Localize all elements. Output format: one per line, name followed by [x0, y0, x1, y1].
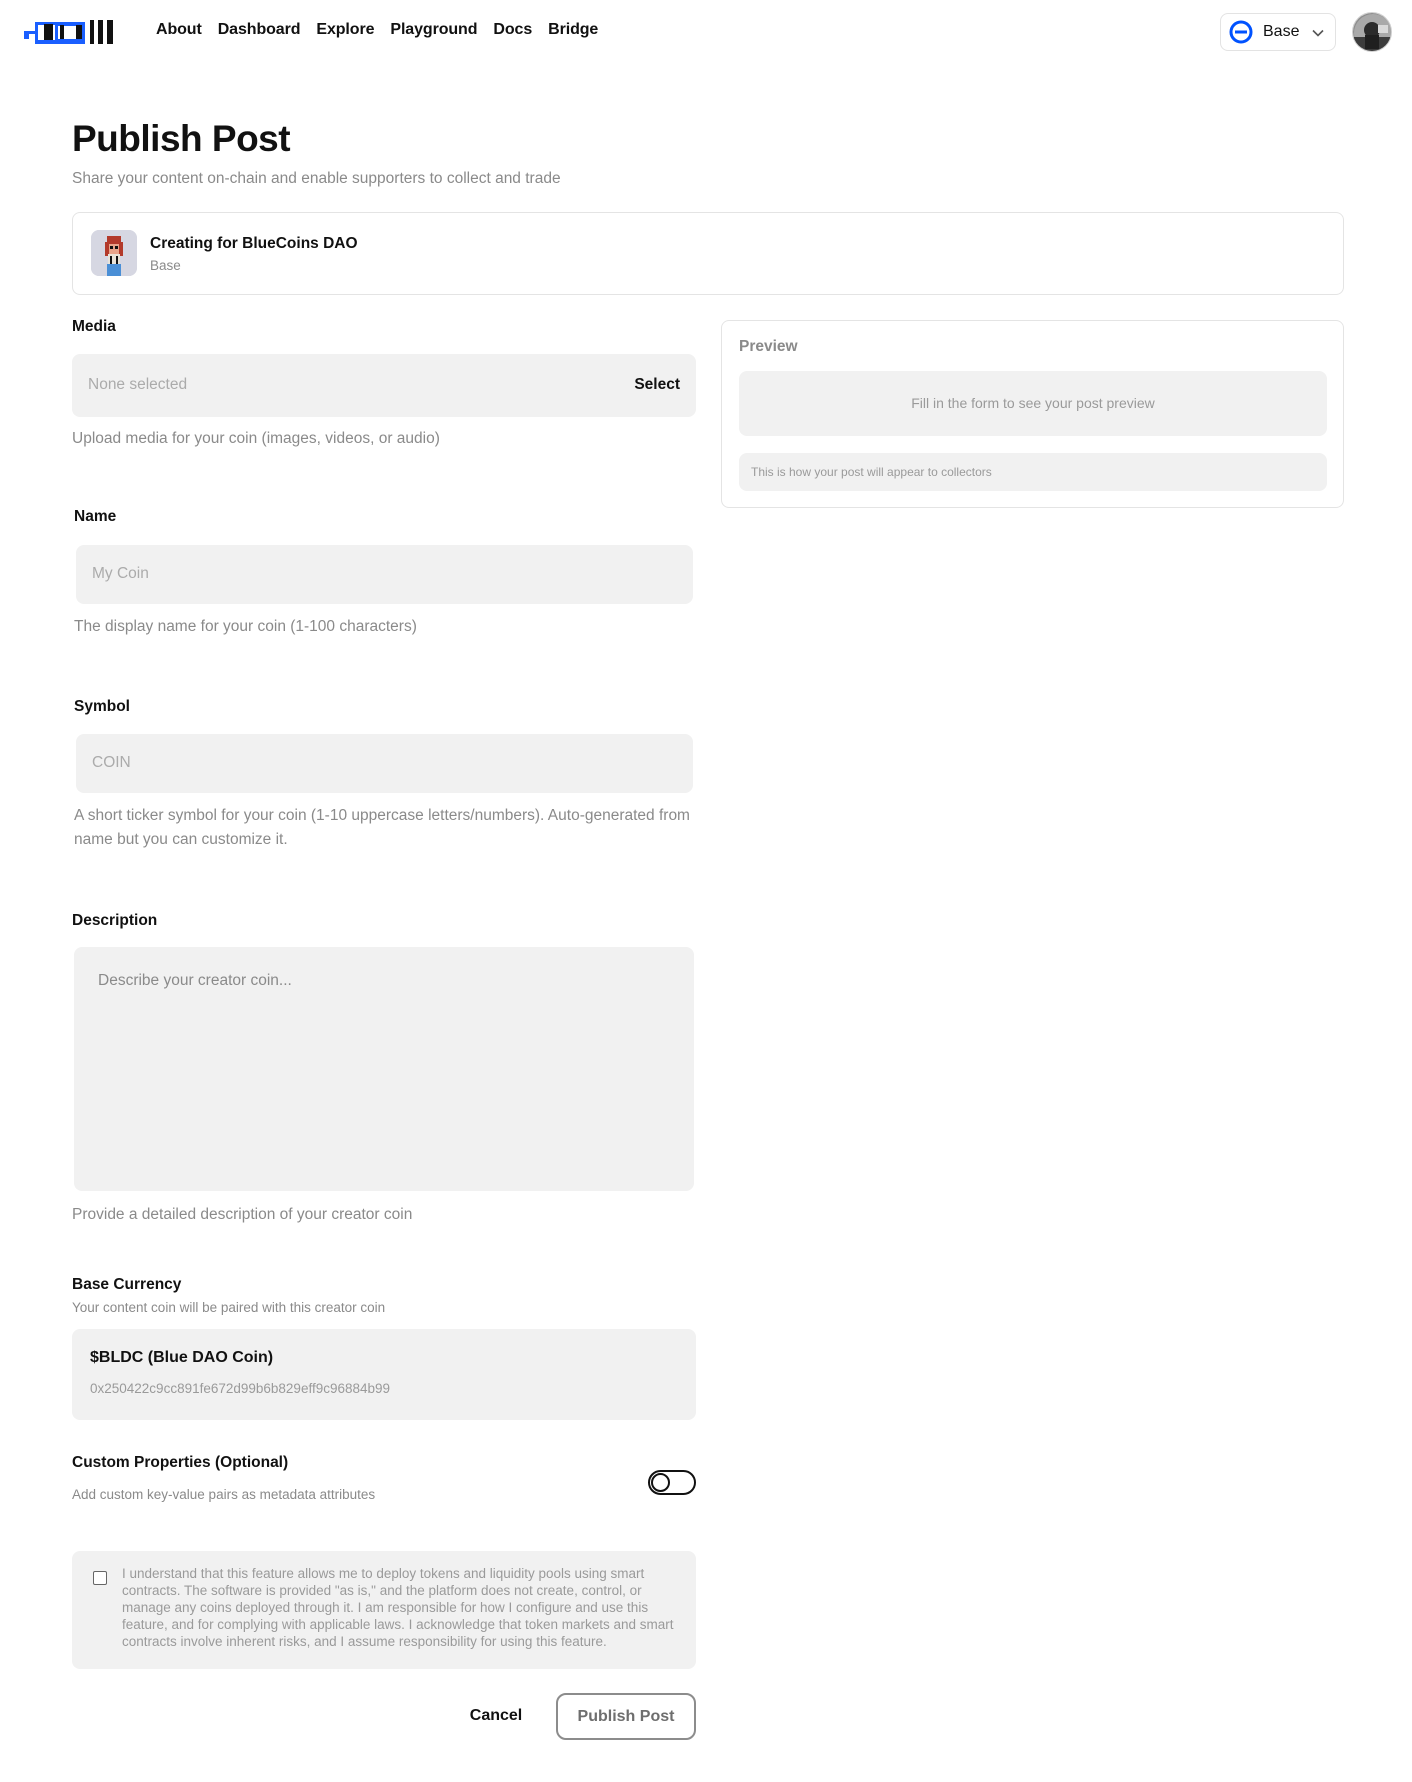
page-title: Publish Post — [72, 118, 291, 159]
user-avatar[interactable] — [1352, 12, 1392, 52]
symbol-label: Symbol — [74, 698, 130, 715]
toggle-knob — [651, 1473, 670, 1492]
creator-chain: Base — [150, 258, 181, 273]
name-help: The display name for your coin (1-100 ch… — [74, 618, 417, 635]
nav-link-bridge[interactable]: Bridge — [548, 21, 598, 39]
symbol-input[interactable]: COIN — [76, 734, 693, 793]
nav-link-docs[interactable]: Docs — [493, 21, 532, 39]
name-input[interactable]: My Coin — [76, 545, 693, 604]
nav-link-playground[interactable]: Playground — [390, 21, 477, 39]
main-nav: About Dashboard Explore Playground Docs … — [156, 21, 598, 39]
media-placeholder: None selected — [88, 376, 188, 393]
media-help: Upload media for your coin (images, vide… — [72, 430, 440, 447]
creator-context-card: Creating for BlueCoins DAO Base — [72, 212, 1344, 295]
chain-selector-dropdown[interactable]: Base — [1220, 13, 1336, 51]
chain-selector-label: Base — [1263, 23, 1300, 40]
chevron-down-icon — [1312, 29, 1324, 37]
preview-note: This is how your post will appear to col… — [739, 453, 1327, 491]
preview-panel: Preview Fill in the form to see your pos… — [721, 320, 1344, 508]
name-placeholder: My Coin — [92, 565, 149, 582]
base-currency-label: Base Currency — [72, 1276, 182, 1293]
avatar-image — [1353, 13, 1391, 51]
nav-link-explore[interactable]: Explore — [316, 21, 374, 39]
terms-checkbox[interactable] — [93, 1571, 107, 1585]
symbol-placeholder: COIN — [92, 754, 131, 771]
description-label: Description — [72, 912, 158, 929]
base-currency-address: 0x250422c9cc891fe672d99b6b829eff9c96884b… — [90, 1381, 391, 1396]
base-currency-card: $BLDC (Blue DAO Coin) 0x250422c9cc891fe6… — [72, 1329, 696, 1420]
base-chain-icon — [1229, 20, 1253, 44]
custom-properties-toggle[interactable] — [648, 1470, 696, 1495]
symbol-help: A short ticker symbol for your coin (1-1… — [74, 807, 690, 848]
media-label: Media — [72, 318, 116, 335]
custom-properties-sublabel: Add custom key-value pairs as metadata a… — [72, 1487, 376, 1502]
terms-disclaimer: I understand that this feature allows me… — [72, 1551, 696, 1669]
nav-link-dashboard[interactable]: Dashboard — [218, 21, 301, 39]
nav-link-about[interactable]: About — [156, 21, 202, 39]
description-textarea[interactable]: Describe your creator coin... — [74, 947, 694, 1191]
base-currency-sublabel: Your content coin will be paired with th… — [72, 1300, 386, 1315]
preview-title: Preview — [739, 338, 798, 355]
media-select-button[interactable]: Select — [634, 376, 680, 394]
creator-avatar — [91, 230, 137, 276]
name-label: Name — [74, 508, 117, 525]
top-navigation-bar: About Dashboard Explore Playground Docs … — [0, 0, 1412, 64]
page-subtitle: Share your content on-chain and enable s… — [72, 170, 561, 187]
creator-avatar-image — [91, 230, 137, 276]
creator-title: Creating for BlueCoins DAO — [150, 235, 358, 252]
base-currency-name: $BLDC (Blue DAO Coin) — [90, 1349, 274, 1366]
preview-empty-state: Fill in the form to see your post previe… — [739, 371, 1327, 436]
cancel-button[interactable]: Cancel — [466, 1693, 526, 1739]
description-placeholder: Describe your creator coin... — [98, 972, 292, 989]
brand-logo-icon[interactable] — [24, 20, 118, 44]
terms-text: I understand that this feature allows me… — [122, 1566, 674, 1649]
publish-post-button[interactable]: Publish Post — [556, 1693, 696, 1740]
media-picker[interactable]: None selected Select — [72, 354, 696, 417]
description-help: Provide a detailed description of your c… — [72, 1206, 413, 1223]
custom-properties-label: Custom Properties (Optional) — [72, 1454, 289, 1471]
